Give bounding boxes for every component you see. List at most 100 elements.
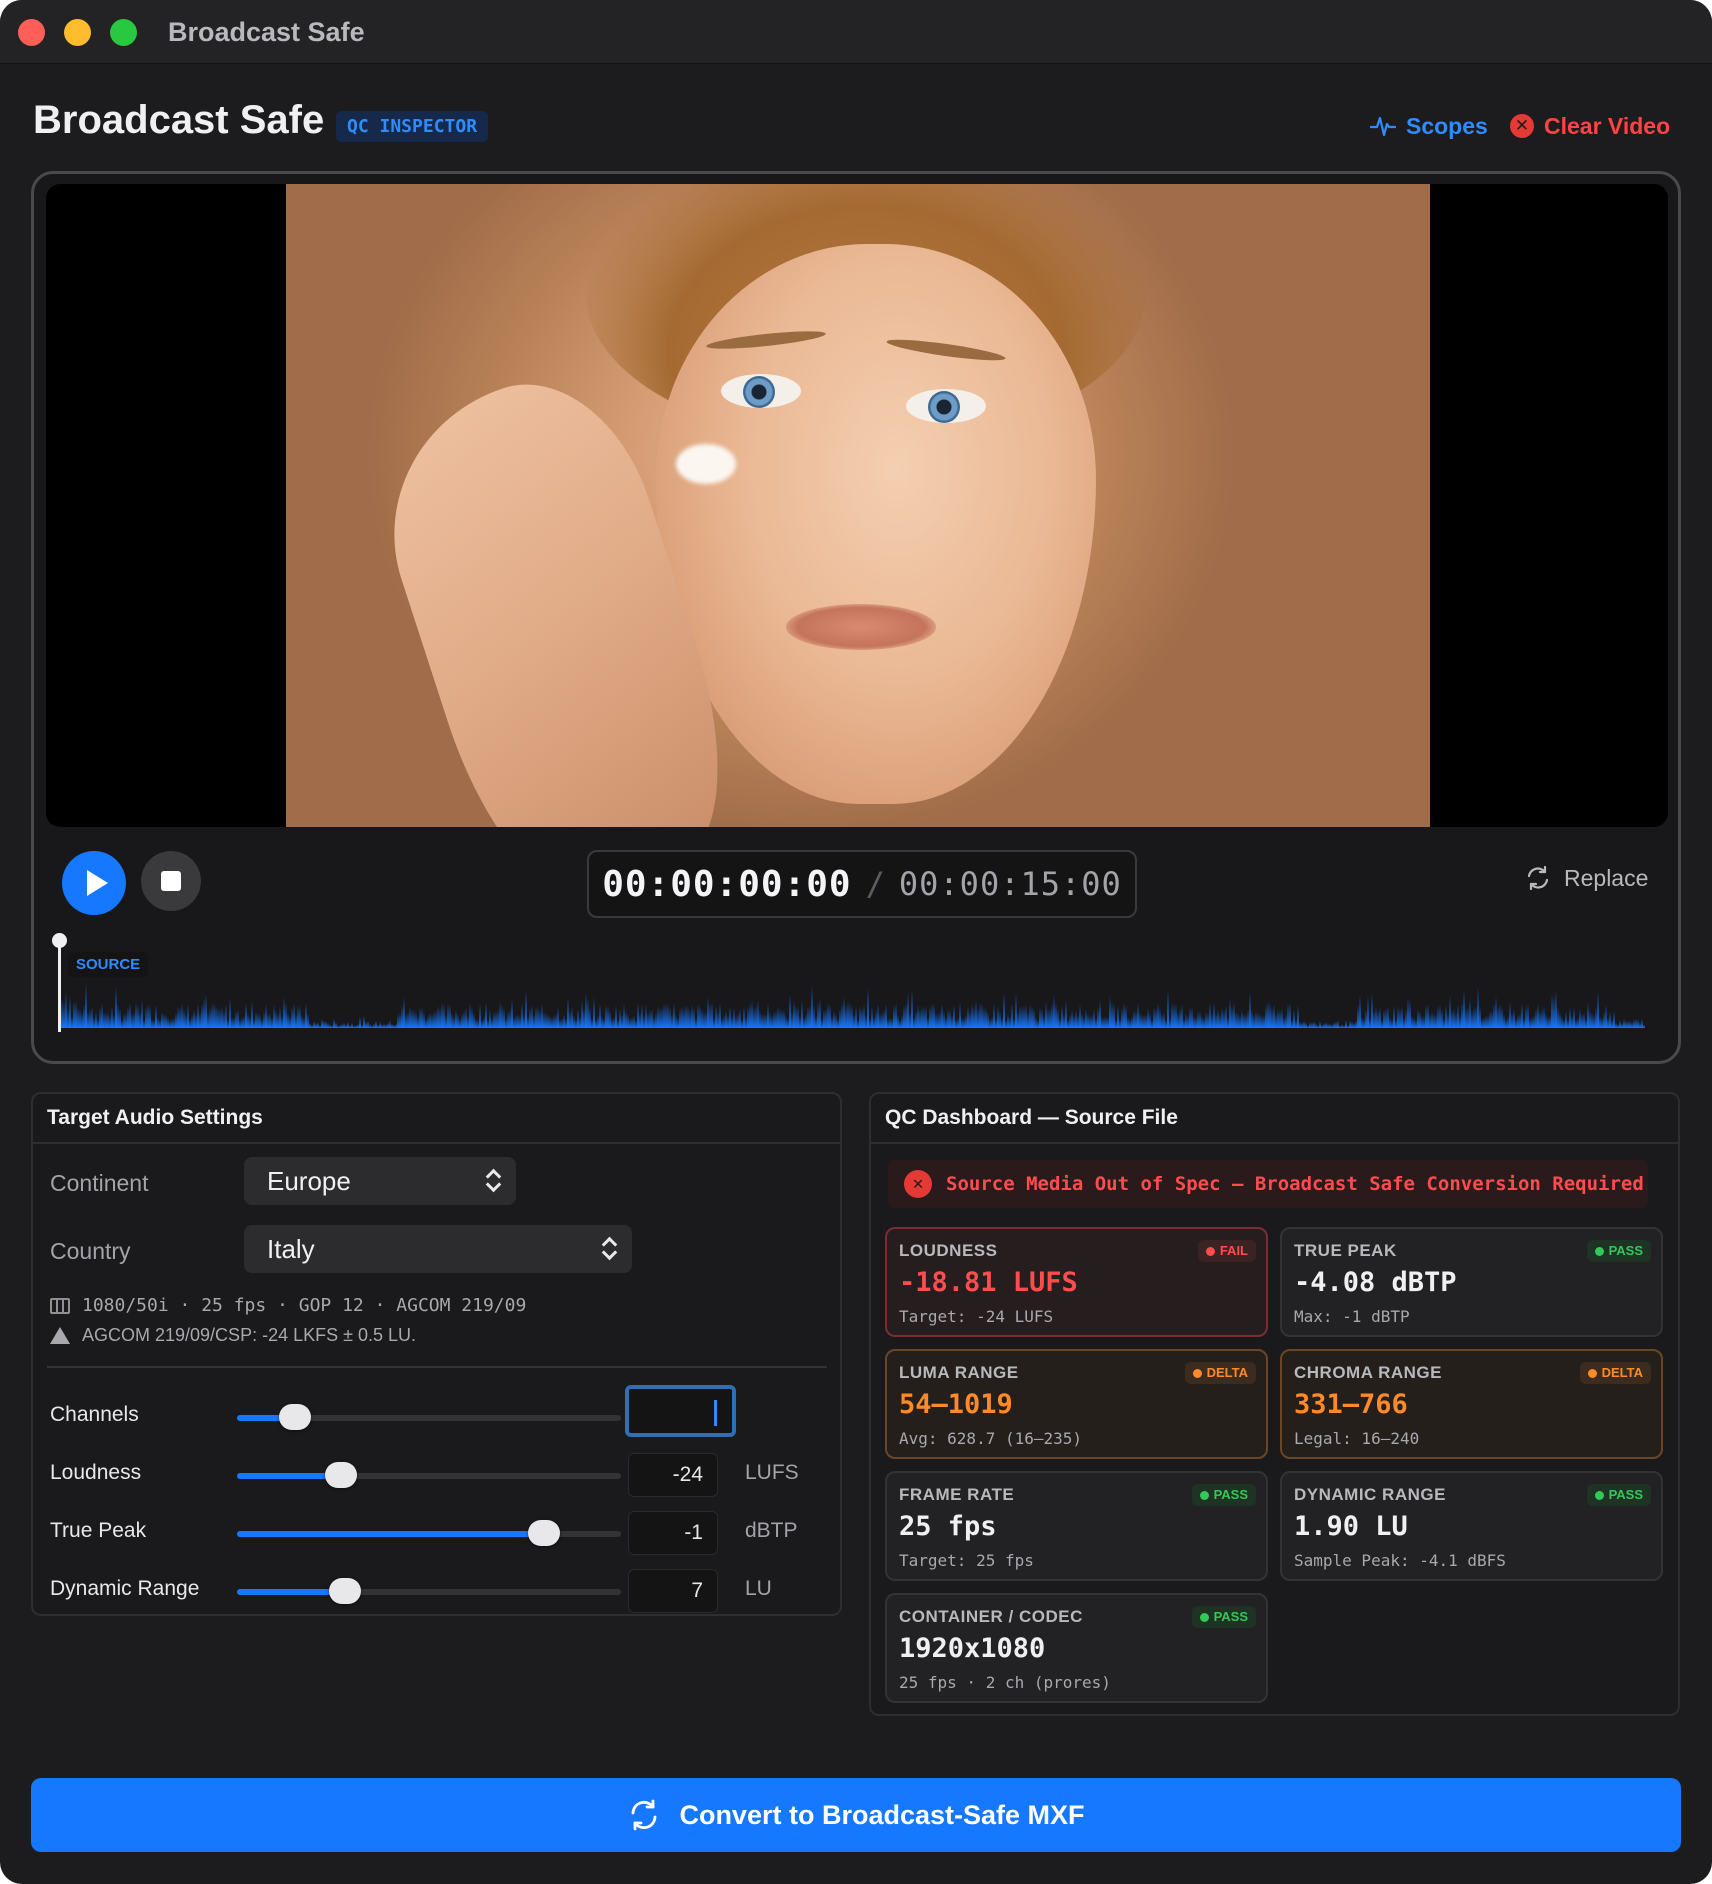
timecode-separator: /: [865, 865, 885, 903]
qc-card-true-peak[interactable]: TRUE PEAK PASS -4.08 dBTP Max: -1 dBTP: [1280, 1227, 1663, 1337]
slider-label: True Peak: [50, 1519, 147, 1542]
channels-slider[interactable]: [237, 1404, 621, 1430]
divider: [47, 1366, 827, 1368]
country-value: Italy: [267, 1234, 315, 1264]
source-track-tag: SOURCE: [68, 952, 149, 977]
replace-label: Replace: [1564, 864, 1649, 891]
qc-card-key: FRAME RATE: [899, 1485, 1015, 1504]
qc-card-value: 54–1019: [899, 1389, 1013, 1420]
close-window-button[interactable]: [18, 19, 45, 46]
alert-text: Source Media Out of Spec — Broadcast Saf…: [946, 1173, 1644, 1195]
qc-card-value: -4.08 dBTP: [1294, 1267, 1457, 1298]
scopes-button[interactable]: Scopes: [1370, 108, 1488, 144]
channels-input[interactable]: [625, 1385, 736, 1437]
true-peak-unit: dBTP: [745, 1519, 798, 1542]
status-badge: PASS: [1191, 1484, 1256, 1506]
audio-waveform-timeline[interactable]: SOURCE: [52, 933, 1658, 1036]
error-octagon-icon: ✕: [904, 1170, 932, 1198]
slider-knob[interactable]: [328, 1578, 361, 1604]
standard-info: AGCOM 219/09/CSP: -24 LKFS ± 0.5 LU.: [50, 1325, 416, 1346]
dynamic-range-slider-row: Dynamic Range 7 LU: [33, 1569, 844, 1613]
duration-timecode: 00:00:15:00: [898, 865, 1122, 903]
qc-card-container-codec[interactable]: CONTAINER / CODEC PASS 1920x1080 25 fps …: [885, 1593, 1268, 1703]
audio-settings-title: Target Audio Settings: [33, 1094, 840, 1144]
loudness-slider[interactable]: [237, 1462, 621, 1488]
convert-to-mxf-button[interactable]: Convert to Broadcast-Safe MXF: [31, 1778, 1681, 1852]
warning-icon: [50, 1327, 70, 1344]
slider-knob[interactable]: [278, 1404, 311, 1430]
dynamic-range-unit: LU: [745, 1577, 772, 1600]
qc-dashboard-title: QC Dashboard — Source File: [871, 1094, 1678, 1144]
waveform-path: [60, 982, 1645, 1028]
slider-knob[interactable]: [528, 1520, 561, 1546]
qc-card-dynamic-range[interactable]: DYNAMIC RANGE PASS 1.90 LU Sample Peak: …: [1280, 1471, 1663, 1581]
sync-icon: [632, 1799, 657, 1831]
replace-button[interactable]: Replace: [1524, 864, 1648, 892]
qc-card-value: 1920x1080: [899, 1633, 1046, 1664]
scopes-label: Scopes: [1406, 112, 1488, 139]
timecode-display: 00:00:00:00 / 00:00:15:00: [587, 850, 1137, 918]
dynamic-range-input[interactable]: 7: [628, 1569, 718, 1613]
out-of-spec-alert: ✕ Source Media Out of Spec — Broadcast S…: [888, 1160, 1648, 1208]
country-select[interactable]: Italy: [244, 1225, 632, 1273]
video-frame-image: [286, 184, 1430, 827]
continent-value: Europe: [267, 1166, 351, 1196]
qc-card-chroma-range[interactable]: CHROMA RANGE DELTA 331–766 Legal: 16–240: [1280, 1349, 1663, 1459]
qc-card-key: TRUE PEAK: [1294, 1241, 1397, 1260]
qc-card-value: 25 fps: [899, 1511, 997, 1542]
minimize-window-button[interactable]: [64, 19, 91, 46]
qc-card-sub: Avg: 628.7 (16–235): [899, 1429, 1083, 1448]
status-badge: PASS: [1586, 1240, 1651, 1262]
qc-card-sub: Target: -24 LUFS: [899, 1307, 1054, 1326]
format-info-text: 1080/50i · 25 fps · GOP 12 · AGCOM 219/0…: [82, 1295, 527, 1316]
status-badge: DELTA: [1184, 1362, 1256, 1384]
qc-card-sub: 25 fps · 2 ch (prores): [899, 1673, 1111, 1692]
qc-card-key: DYNAMIC RANGE: [1294, 1485, 1446, 1504]
qc-card-value: -18.81 LUFS: [899, 1267, 1078, 1298]
qc-card-key: LUMA RANGE: [899, 1363, 1019, 1382]
continent-label: Continent: [50, 1170, 149, 1196]
qc-card-luma-range[interactable]: LUMA RANGE DELTA 54–1019 Avg: 628.7 (16–…: [885, 1349, 1268, 1459]
convert-label: Convert to Broadcast-Safe MXF: [679, 1799, 1085, 1830]
target-audio-settings-panel: Target Audio Settings Continent Europe C…: [31, 1092, 842, 1616]
status-badge: PASS: [1191, 1606, 1256, 1628]
slider-label: Channels: [50, 1403, 139, 1426]
playhead[interactable]: [52, 933, 67, 1032]
qc-card-value: 331–766: [1294, 1389, 1408, 1420]
clear-video-label: Clear Video: [1544, 112, 1671, 139]
stop-button[interactable]: [141, 851, 201, 911]
qc-dashboard-panel: QC Dashboard — Source File ✕ Source Medi…: [869, 1092, 1680, 1716]
qc-card-sub: Legal: 16–240: [1294, 1429, 1420, 1448]
dynamic-range-slider[interactable]: [237, 1578, 621, 1604]
slider-label: Dynamic Range: [50, 1577, 200, 1600]
app-window: Broadcast Safe Broadcast Safe QC INSPECT…: [0, 0, 1712, 1884]
slider-label: Loudness: [50, 1461, 142, 1484]
true-peak-slider[interactable]: [237, 1520, 621, 1546]
close-circle-icon: ✕: [1510, 114, 1534, 138]
waveform-pulse-icon: [1370, 116, 1396, 137]
play-button[interactable]: [62, 851, 126, 915]
qc-card-loudness[interactable]: LOUDNESS FAIL -18.81 LUFS Target: -24 LU…: [885, 1227, 1268, 1337]
continent-select[interactable]: Europe: [244, 1157, 516, 1205]
video-viewport[interactable]: [46, 184, 1668, 827]
clear-video-button[interactable]: ✕ Clear Video: [1510, 108, 1670, 144]
format-info: 1080/50i · 25 fps · GOP 12 · AGCOM 219/0…: [50, 1295, 526, 1316]
current-timecode: 00:00:00:00: [602, 863, 852, 905]
country-label: Country: [50, 1238, 131, 1264]
true-peak-input[interactable]: -1: [628, 1511, 718, 1555]
slider-knob[interactable]: [324, 1462, 357, 1488]
page-title: Broadcast Safe: [33, 98, 325, 142]
qc-card-key: CHROMA RANGE: [1294, 1363, 1442, 1382]
up-down-chevron-icon: [486, 1165, 500, 1195]
window-title: Broadcast Safe: [168, 17, 365, 47]
loudness-input[interactable]: -24: [628, 1453, 718, 1497]
zoom-window-button[interactable]: [110, 19, 137, 46]
channels-slider-row: Channels: [33, 1385, 844, 1439]
qc-card-key: LOUDNESS: [899, 1241, 998, 1260]
qc-card-sub: Target: 25 fps: [899, 1551, 1034, 1570]
status-badge: PASS: [1586, 1484, 1651, 1506]
qc-card-key: CONTAINER / CODEC: [899, 1607, 1083, 1626]
qc-card-sub: Sample Peak: -4.1 dBFS: [1294, 1551, 1506, 1570]
qc-card-frame-rate[interactable]: FRAME RATE PASS 25 fps Target: 25 fps: [885, 1471, 1268, 1581]
true-peak-slider-row: True Peak -1 dBTP: [33, 1511, 844, 1555]
